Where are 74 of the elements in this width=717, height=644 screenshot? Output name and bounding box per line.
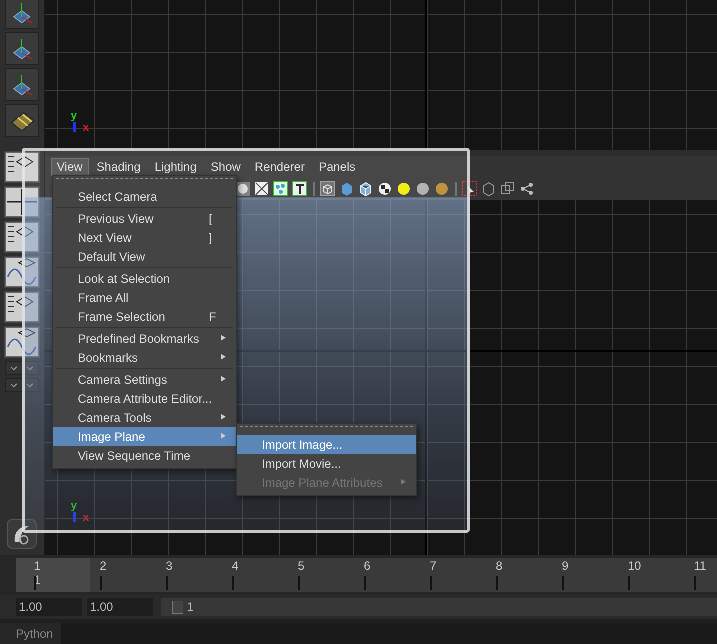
frame-number: 5 (298, 559, 305, 573)
menu-item[interactable]: Camera Settings (53, 370, 236, 389)
single-view-layout-icon[interactable] (4, 151, 40, 183)
frame-number: 10 (628, 559, 642, 573)
frame-number: 4 (232, 559, 239, 573)
playback-start-field[interactable]: 1.00 (87, 598, 153, 616)
expand-layouts-icon[interactable] (5, 361, 39, 375)
move-tool-icon[interactable] (5, 0, 39, 29)
grid-x-icon (254, 181, 270, 197)
metallic-sphere-icon (434, 181, 450, 197)
frame-number: 6 (364, 559, 371, 573)
menu-item[interactable]: Bookmarks (53, 348, 236, 367)
range-slider[interactable]: 1 (161, 598, 717, 616)
menu-item[interactable]: Camera Tools (53, 408, 236, 427)
shaded-cube-icon (339, 181, 355, 197)
uv-plane-icon[interactable] (5, 104, 39, 137)
submenu-arrow-icon (401, 479, 406, 485)
menu-item[interactable]: Frame Selection F (53, 307, 236, 326)
frame-number: 7 (430, 559, 437, 573)
matte-sphere-icon (415, 181, 431, 197)
range-start-label: 1 (187, 600, 194, 614)
command-language-tab[interactable]: Python (0, 623, 62, 644)
frame-number: 9 (562, 559, 569, 573)
checker-sphere-icon (377, 181, 393, 197)
menu-item[interactable]: Default View (53, 247, 236, 266)
menu-item[interactable]: Camera Attribute Editor... (53, 389, 236, 408)
menu-item[interactable]: Select Camera (53, 187, 236, 206)
start-time-field[interactable]: 1.00 (16, 598, 82, 616)
submenu-arrow-icon (221, 376, 226, 382)
wireframe-cube-icon (320, 181, 336, 197)
outliner-layout-icon[interactable] (4, 221, 40, 253)
axis-tool-icon[interactable] (5, 68, 39, 101)
stacked-frames-icon (500, 181, 516, 197)
graph-layout-icon[interactable] (4, 256, 40, 288)
menu-item[interactable]: Import Movie... (237, 454, 416, 473)
submenu-arrow-icon (221, 433, 226, 439)
menu-item[interactable]: Predefined Bookmarks (53, 329, 236, 348)
axis-label: y (71, 110, 78, 122)
submenu-arrow-icon (221, 354, 226, 360)
four-view-layout-icon[interactable] (4, 186, 40, 218)
menu-item[interactable]: Look at Selection (53, 269, 236, 288)
range-handle[interactable] (172, 600, 183, 614)
panel-menu[interactable]: Show (204, 158, 247, 176)
hypershade-layout-icon[interactable] (4, 291, 40, 323)
submenu-arrow-icon (221, 335, 226, 341)
submenu-arrow-icon (221, 414, 226, 420)
frame-number: 11 (694, 559, 706, 573)
panel-menu[interactable]: Panels (312, 158, 362, 176)
graph-editor-layout-icon[interactable] (4, 326, 40, 358)
menu-item[interactable]: Import Image... (237, 435, 416, 454)
panel-menu[interactable]: Renderer (248, 158, 311, 176)
frame-number: 8 (496, 559, 503, 573)
frame-number: 3 (166, 559, 173, 573)
frame-number: 2 (100, 559, 107, 573)
axis-label: y (71, 500, 78, 512)
panel-menu[interactable]: Lighting (148, 158, 203, 176)
light-sphere-icon (396, 181, 412, 197)
plane-tool-icon[interactable] (5, 32, 39, 65)
dots-icon (273, 181, 289, 197)
app-logo-icon[interactable] (7, 519, 37, 549)
expand-shelves-icon[interactable] (5, 378, 39, 392)
panel-menu[interactable]: View (51, 158, 89, 176)
menu-item[interactable]: View Sequence Time (53, 446, 236, 465)
menu-item[interactable]: Next View ] (53, 228, 236, 247)
panel-menu[interactable]: Shading (90, 158, 147, 176)
frame-number: 1 (34, 559, 41, 573)
menu-item[interactable]: Image Plane (53, 427, 236, 446)
menu-item[interactable]: Previous View [ (53, 209, 236, 228)
node-graph-icon (519, 181, 535, 197)
wire-shaded-cube-icon (358, 181, 374, 197)
axis-label: x (83, 512, 90, 524)
axis-label: x (83, 122, 90, 134)
menu-item[interactable]: Frame All (53, 288, 236, 307)
text-box-icon (292, 181, 308, 197)
